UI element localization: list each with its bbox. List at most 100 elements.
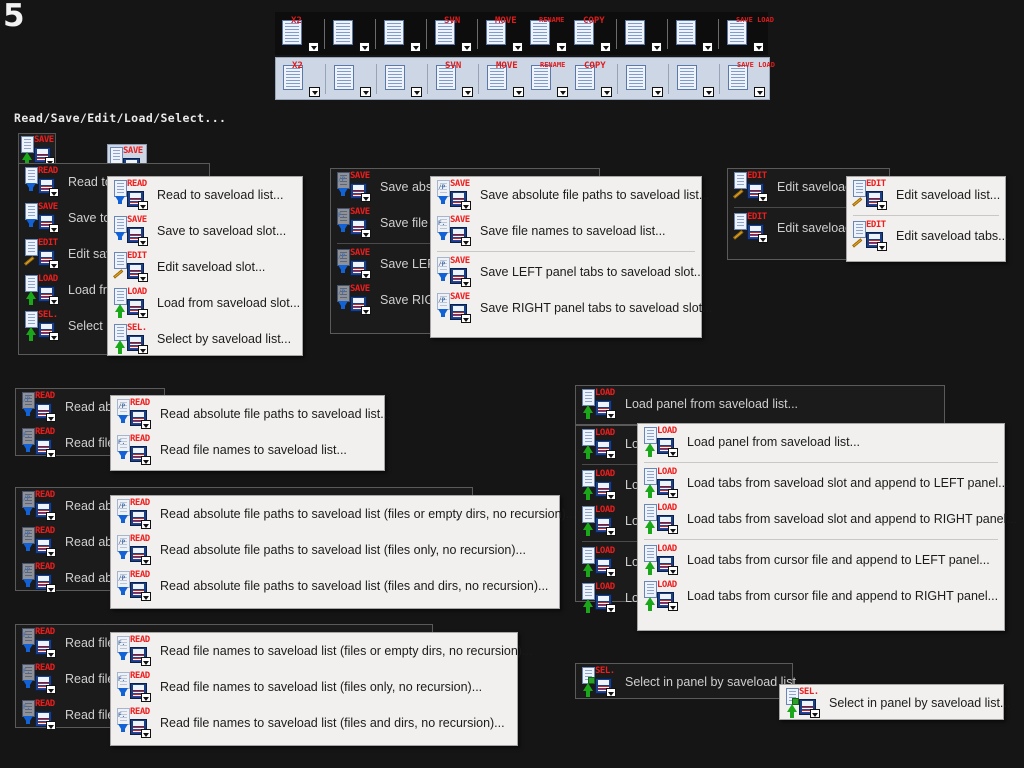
chevron-down-icon [606, 450, 616, 459]
load-panel-top-menu-back[interactable]: LOAD Load panel from saveload list... [575, 385, 945, 425]
menu-item[interactable]: /PSAVE Save absolute file paths to savelo… [431, 177, 709, 213]
save-icon: /P SAVE [437, 179, 471, 210]
read-icon: /P READ [117, 534, 151, 565]
edit-menu-front[interactable]: EDIT Edit saveload list... EDIT Edit savelo… [846, 176, 1009, 262]
read-absolute-paths-menu-front[interactable]: /P READ Read absolute file paths to savelo… [110, 495, 576, 609]
load-icon: LOAD [25, 274, 59, 305]
toolbar-button-copy-files[interactable]: COPY [569, 14, 613, 53]
menu-item[interactable]: /PREAD Read absolute file paths to savelo… [111, 396, 391, 432]
chevron-down-icon [141, 456, 151, 465]
menu-item[interactable]: F.READ Read file names to saveload list (… [111, 669, 517, 705]
menu-item[interactable]: LOAD Load tabs from cursor file and appen… [638, 578, 1004, 614]
menu-item-label: Edit saveload list... [896, 188, 1001, 202]
toolbar-button-file-swap-arrows[interactable] [380, 59, 424, 98]
menu-item[interactable]: SAVE Save to saveload slot... [108, 213, 302, 249]
menu-item[interactable]: SEL. Select in panel by saveload list [576, 664, 796, 700]
menu-item[interactable]: LOAD Load from saveload slot... [108, 285, 302, 321]
menu-item[interactable]: SEL. Select by saveload list... [108, 321, 302, 357]
menu-item[interactable]: EDIT Edit saveload slot... [108, 249, 302, 285]
toolbar-button-multimedia-clapper[interactable] [671, 14, 715, 53]
menu-item[interactable]: LOAD Load tabs from saveload slot and app… [638, 501, 1017, 537]
chevron-down-icon [556, 41, 567, 52]
select-menu-back[interactable]: SEL. Select in panel by saveload list [575, 663, 796, 700]
toolbar-separator [427, 63, 428, 94]
toolbar-separator [375, 18, 376, 49]
chevron-down-icon [49, 296, 59, 305]
menu-item[interactable]: LOAD Load tabs from saveload slot and app… [638, 465, 1009, 501]
select-menu-front[interactable]: SEL. Select in panel by saveload list... [779, 684, 1010, 721]
chevron-down-icon [46, 685, 56, 694]
toolbar-button-move-files[interactable]: MOVE [482, 59, 526, 98]
menu-item[interactable]: /PSAVE Save LEFT panel tabs to saveload s… [431, 254, 704, 290]
menu-item[interactable]: F.READ Read file names to saveload list (… [111, 705, 517, 741]
chevron-down-icon [141, 729, 151, 738]
chevron-down-icon [410, 41, 421, 52]
menu-item[interactable]: /PREAD Read absolute file paths to savelo… [111, 496, 576, 532]
saveload-toolbar-button-a[interactable]: SAVE [18, 133, 56, 167]
toolbar-row-light[interactable]: X2 SVN MOVE RENAME COPY SAVE LOAD [275, 57, 775, 100]
read-file-names-menu-front[interactable]: F. READ Read file names to saveload list (… [110, 632, 532, 746]
toolbar-button-move-files[interactable]: MOVE [481, 14, 525, 53]
toolbar-button-rename-files[interactable]: RENAME [525, 14, 569, 53]
toolbar-button-calendar-x2[interactable]: X2 [278, 59, 322, 98]
chevron-down-icon [138, 309, 148, 318]
menu-item-label: Read file names to saveload list (files … [160, 680, 483, 694]
toolbar-button-copy-files[interactable]: COPY [570, 59, 614, 98]
chevron-down-icon [758, 193, 768, 202]
load-icon: LOAD [582, 546, 616, 577]
menu-item[interactable]: EDIT Edit saveload list... [847, 177, 1005, 213]
menu-item-label: Read file names to saveload list... [160, 443, 347, 457]
load-icon: LOAD [582, 388, 616, 419]
menu-item[interactable]: LOAD Load panel from saveload list... [576, 386, 944, 422]
rename-files-icon: RENAME [528, 61, 568, 97]
move-files-icon: MOVE [483, 16, 523, 52]
save-icon: F. SAVE [437, 215, 471, 246]
toolbar-button-file-swap-arrows[interactable] [379, 14, 423, 53]
load-menu-front[interactable]: LOAD Load panel from saveload list... LOAD… [637, 423, 1017, 631]
menu-item[interactable]: READ Read to saveload list... [108, 177, 302, 213]
save-menu-front[interactable]: /P SAVE Save absolute file paths to savelo… [430, 176, 713, 338]
menu-item[interactable]: F.READ Read file names to saveload list..… [111, 432, 384, 468]
edit-icon: EDIT [734, 212, 768, 243]
toolbar-button-new-folder-plus[interactable] [621, 59, 665, 98]
toolbar-row-dark[interactable]: X2 SVN MOVE RENAME COPY SAVE LOAD [275, 12, 774, 55]
chevron-down-icon [810, 709, 820, 718]
menu-item-label: Save to saveload slot... [157, 224, 287, 238]
toolbar-button-calendar-x2[interactable]: X2 [277, 14, 321, 53]
toolbar-button-edit-document-pencil[interactable] [329, 59, 373, 98]
chevron-down-icon [703, 86, 714, 97]
chevron-down-icon [46, 449, 56, 458]
saveload-root-menu-front[interactable]: READ Read to saveload list... SAVE Save to … [107, 176, 303, 356]
menu-item[interactable]: LOAD Load panel from saveload list... [638, 424, 1004, 460]
menu-item[interactable]: F.READ Read file names to saveload list (… [111, 633, 532, 669]
toolbar-button-saveload[interactable]: SAVE LOAD [723, 59, 775, 98]
menu-item[interactable]: F.SAVE Save file names to saveload list..… [431, 213, 701, 249]
load-icon: LOAD [644, 467, 678, 498]
menu-item[interactable]: /PSAVE Save RIGHT panel tabs to saveload … [431, 290, 713, 326]
toolbar-separator [718, 18, 719, 49]
chevron-down-icon [512, 41, 523, 52]
toolbar-button-svn-turtle[interactable]: SVN [431, 59, 475, 98]
load-icon: LOAD [644, 503, 678, 534]
toolbar-button-rename-files[interactable]: RENAME [526, 59, 570, 98]
toolbar-button-saveload[interactable]: SAVE LOAD [722, 14, 774, 53]
read-menu-front[interactable]: /P READ Read absolute file paths to savelo… [110, 395, 391, 471]
toolbar-button-edit-document-pencil[interactable] [328, 14, 372, 53]
chevron-down-icon [600, 41, 611, 52]
menu-item-label: Read to saveload list... [157, 188, 284, 202]
chevron-down-icon [601, 86, 612, 97]
chevron-down-icon [46, 413, 56, 422]
menu-item[interactable]: /PREAD Read absolute file paths to savelo… [111, 568, 559, 604]
save-icon: SAVE [21, 135, 55, 166]
menu-item[interactable]: /PREAD Read absolute file paths to savelo… [111, 532, 559, 568]
multimedia-clapper-icon [674, 61, 714, 97]
toolbar-button-multimedia-clapper[interactable] [672, 59, 716, 98]
toolbar-button-new-folder-plus[interactable] [620, 14, 664, 53]
read-icon: /P READ [117, 570, 151, 601]
menu-item[interactable]: EDIT Edit saveload tabs... [847, 218, 1009, 254]
read-icon: READ [25, 166, 59, 197]
menu-item[interactable]: SEL. Select in panel by saveload list... [780, 685, 1010, 721]
menu-item[interactable]: LOAD Load tabs from cursor file and appen… [638, 542, 1004, 578]
toolbar-button-svn-turtle[interactable]: SVN [430, 14, 474, 53]
svn-turtle-icon: SVN [432, 16, 472, 52]
